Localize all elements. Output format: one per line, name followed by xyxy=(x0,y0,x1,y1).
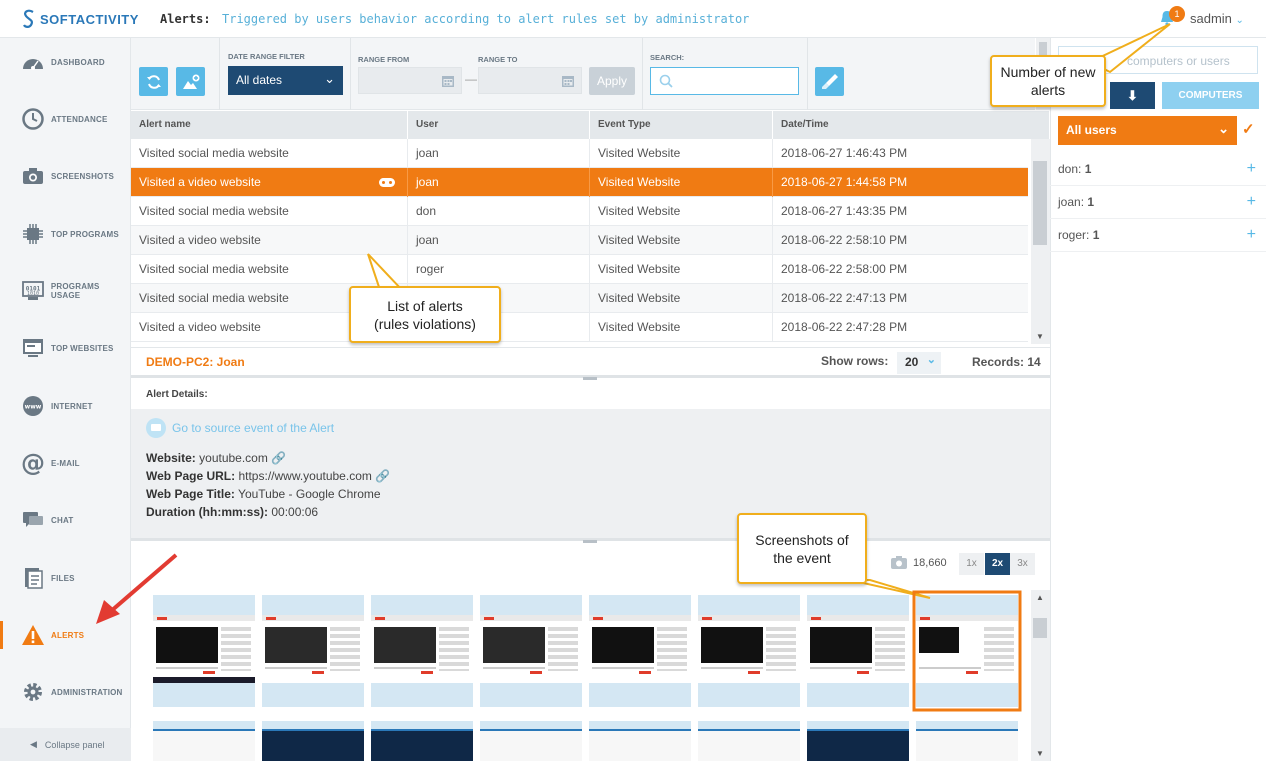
app-root: SOFTACTIVITY Alerts: Triggered by users … xyxy=(0,0,1266,761)
callout-new-alerts: Number of new alerts xyxy=(990,55,1106,107)
callout-pointer xyxy=(367,253,405,291)
callout-screenshots: Screenshots of the event xyxy=(737,513,867,584)
thumbnail-highlight xyxy=(912,590,1022,712)
annotation-overlay xyxy=(96,23,1171,712)
callout-list-of-alerts: List of alerts (rules violations) xyxy=(349,286,501,343)
red-arrow xyxy=(108,553,178,614)
red-arrow-head xyxy=(96,600,120,624)
